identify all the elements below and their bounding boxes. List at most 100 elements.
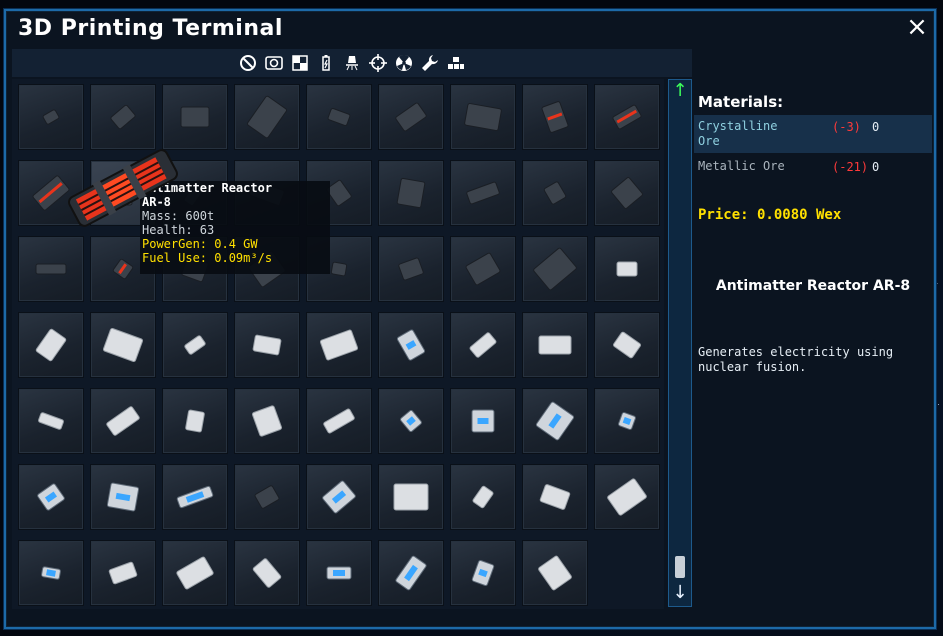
part-slot[interactable] — [594, 388, 660, 454]
camera-icon[interactable] — [264, 53, 284, 73]
part-slot[interactable] — [234, 312, 300, 378]
part-slot[interactable] — [18, 464, 84, 530]
part-slot[interactable] — [18, 388, 84, 454]
battery-icon[interactable] — [316, 53, 336, 73]
part-thumbnail — [252, 334, 282, 356]
part-slot[interactable] — [378, 540, 444, 606]
part-slot[interactable] — [594, 464, 660, 530]
scroll-thumb[interactable] — [675, 556, 685, 578]
part-slot[interactable] — [522, 160, 588, 226]
part-slot[interactable] — [162, 312, 228, 378]
part-slot[interactable] — [522, 540, 588, 606]
part-slot[interactable] — [234, 464, 300, 530]
part-slot[interactable] — [594, 236, 660, 302]
part-slot[interactable] — [162, 84, 228, 150]
tooltip-name: Antimatter Reactor — [142, 181, 273, 195]
part-slot[interactable] — [522, 464, 588, 530]
part-slot[interactable] — [18, 84, 84, 150]
no-entry-icon[interactable] — [238, 53, 258, 73]
part-thumbnail — [400, 409, 422, 433]
part-thumbnail — [37, 483, 65, 511]
part-slot[interactable] — [306, 84, 372, 150]
checker-icon[interactable] — [290, 53, 310, 73]
part-thumbnail — [35, 328, 67, 362]
part-slot[interactable] — [450, 388, 516, 454]
part-slot[interactable] — [594, 84, 660, 150]
part-thumbnail — [469, 332, 497, 358]
part-thumbnail — [41, 566, 61, 580]
part-slot[interactable] — [594, 312, 660, 378]
part-slot[interactable] — [450, 236, 516, 302]
crosshair-icon[interactable] — [368, 53, 388, 73]
part-thumbnail — [319, 329, 359, 361]
part-slot[interactable] — [90, 464, 156, 530]
part-thumbnail — [395, 102, 427, 132]
window-title: 3D Printing Terminal — [18, 16, 283, 41]
part-slot[interactable] — [522, 312, 588, 378]
part-slot[interactable] — [18, 540, 84, 606]
star — [936, 283, 938, 285]
part-slot[interactable] — [450, 84, 516, 150]
part-slot[interactable] — [18, 312, 84, 378]
part-thumbnail — [106, 482, 140, 512]
part-slot[interactable] — [306, 388, 372, 454]
part-thumbnail — [535, 401, 575, 441]
part-thumbnail — [180, 106, 210, 128]
tooltip-powergen: PowerGen: 0.4 GW — [142, 237, 258, 251]
blocks-icon[interactable] — [446, 53, 466, 73]
part-slot[interactable] — [522, 388, 588, 454]
part-grid — [12, 79, 664, 609]
part-slot[interactable] — [522, 84, 588, 150]
part-thumbnail — [543, 181, 567, 205]
part-slot[interactable] — [378, 464, 444, 530]
radiation-icon[interactable] — [394, 53, 414, 73]
part-slot[interactable] — [450, 540, 516, 606]
part-thumbnail — [472, 485, 494, 509]
wrench-icon[interactable] — [420, 53, 440, 73]
part-slot[interactable] — [378, 160, 444, 226]
part-slot[interactable] — [378, 312, 444, 378]
part-thumbnail — [185, 409, 205, 433]
part-slot[interactable] — [162, 388, 228, 454]
part-thumbnail — [38, 412, 64, 430]
material-owned: 0 — [872, 160, 880, 174]
price-label: Price: 0.0080 Wex — [698, 207, 842, 223]
part-slot[interactable] — [306, 464, 372, 530]
part-slot[interactable] — [162, 540, 228, 606]
part-slot[interactable] — [90, 540, 156, 606]
part-slot[interactable] — [234, 84, 300, 150]
part-slot[interactable] — [90, 312, 156, 378]
part-thumbnail — [327, 108, 351, 126]
part-slot[interactable] — [234, 540, 300, 606]
part-slot[interactable] — [18, 160, 84, 226]
close-icon[interactable]: × — [906, 14, 928, 40]
part-slot[interactable] — [306, 312, 372, 378]
part-slot[interactable] — [90, 84, 156, 150]
part-slot[interactable] — [450, 312, 516, 378]
part-thumbnail — [607, 478, 647, 516]
part-slot[interactable] — [522, 236, 588, 302]
part-slot[interactable] — [378, 388, 444, 454]
material-required: (-21) — [832, 160, 869, 174]
part-slot[interactable] — [162, 464, 228, 530]
part-slot[interactable] — [306, 540, 372, 606]
part-slot[interactable] — [378, 84, 444, 150]
part-slot[interactable] — [594, 160, 660, 226]
part-slot[interactable] — [90, 388, 156, 454]
part-thumbnail — [102, 327, 144, 363]
part-thumbnail — [42, 109, 60, 125]
part-thumbnail — [538, 555, 572, 591]
part-slot[interactable] — [18, 236, 84, 302]
part-slot[interactable] — [450, 464, 516, 530]
part-slot[interactable] — [450, 160, 516, 226]
grid-scrollbar[interactable]: ↑ ↓ — [668, 79, 692, 607]
part-slot[interactable] — [234, 388, 300, 454]
scroll-up-arrow-icon[interactable]: ↑ — [669, 80, 691, 104]
scroll-down-arrow-icon[interactable]: ↓ — [669, 582, 691, 606]
part-thumbnail — [396, 177, 426, 209]
part-slot[interactable] — [378, 236, 444, 302]
star — [937, 403, 939, 405]
thruster-icon[interactable] — [342, 53, 362, 73]
part-thumbnail — [176, 485, 214, 509]
tooltip-model: AR-8 — [142, 195, 171, 209]
